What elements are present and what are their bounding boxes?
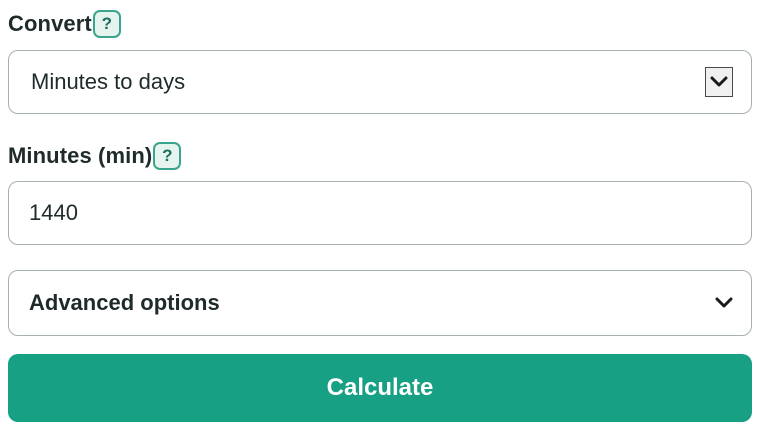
minutes-label-row: Minutes (min) ? (8, 140, 182, 172)
minutes-label: Minutes (min) (8, 143, 153, 168)
calculate-button[interactable]: Calculate (8, 354, 752, 422)
convert-select-value: Minutes to days (31, 69, 186, 94)
advanced-options-toggle[interactable]: Advanced options (8, 270, 752, 336)
chevron-down-icon (715, 297, 733, 308)
convert-help-button[interactable]: ? (92, 10, 121, 38)
minutes-help-button[interactable]: ? (153, 142, 182, 170)
advanced-options-label: Advanced options (29, 290, 220, 315)
select-dropdown-button[interactable] (705, 67, 733, 97)
minutes-input[interactable] (29, 200, 709, 226)
converter-form: Convert ? Minutes to days Minutes (min) … (0, 0, 760, 430)
chevron-down-icon (710, 76, 728, 87)
minutes-input-wrapper (8, 181, 752, 245)
convert-select[interactable]: Minutes to days (8, 50, 752, 114)
convert-label: Convert (8, 11, 92, 36)
convert-label-row: Convert ? (8, 8, 121, 40)
